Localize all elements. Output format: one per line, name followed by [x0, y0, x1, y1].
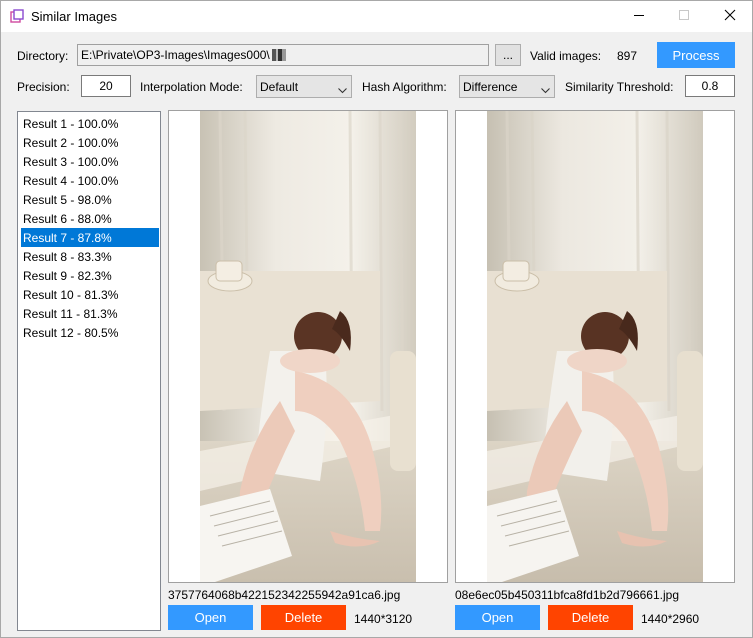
minimize-icon — [634, 10, 645, 24]
directory-field[interactable]: E:\Private\OP3-Images\Images000\ — [77, 44, 489, 66]
hash-value: Difference — [463, 79, 518, 94]
right-dimensions: 1440*2960 — [641, 612, 700, 626]
left-image-preview — [168, 110, 448, 583]
close-icon — [724, 9, 736, 24]
left-open-button[interactable]: Open — [168, 605, 253, 630]
threshold-label: Similarity Threshold: — [565, 80, 674, 94]
app-window: Similar Images Directory: E:\Private\OP3… — [0, 0, 753, 638]
process-button[interactable]: Process — [657, 42, 735, 68]
maximize-button[interactable] — [662, 1, 707, 32]
left-delete-button[interactable]: Delete — [261, 605, 346, 630]
left-filename: 3757764068b422152342255942a91ca6.jpg — [168, 588, 401, 602]
browse-button[interactable]: ... — [495, 44, 521, 66]
list-item[interactable]: Result 4 - 100.0% — [21, 171, 159, 190]
threshold-input[interactable]: 0.8 — [685, 75, 735, 97]
app-icon — [10, 9, 24, 23]
list-item[interactable]: Result 9 - 82.3% — [21, 266, 159, 285]
chevron-down-icon — [541, 83, 550, 94]
results-list[interactable]: Result 1 - 100.0% Result 2 - 100.0% Resu… — [17, 111, 161, 631]
valid-images-label: Valid images: — [530, 49, 602, 63]
left-dimensions: 1440*3120 — [354, 612, 413, 626]
interpolation-label: Interpolation Mode: — [140, 80, 243, 94]
interpolation-value: Default — [260, 79, 299, 94]
list-item[interactable]: Result 1 - 100.0% — [21, 114, 159, 133]
hash-label: Hash Algorithm: — [362, 80, 447, 94]
precision-label: Precision: — [17, 80, 70, 94]
right-image-preview — [455, 110, 735, 583]
right-delete-button[interactable]: Delete — [548, 605, 633, 630]
list-item[interactable]: Result 10 - 81.3% — [21, 285, 159, 304]
minimize-button[interactable] — [617, 1, 662, 32]
list-item[interactable]: Result 3 - 100.0% — [21, 152, 159, 171]
left-photo — [200, 111, 416, 582]
close-button[interactable] — [707, 1, 752, 32]
list-item[interactable]: Result 8 - 83.3% — [21, 247, 159, 266]
list-item[interactable]: Result 2 - 100.0% — [21, 133, 159, 152]
right-filename: 08e6ec05b450311bfca8fd1b2d796661.jpg — [455, 588, 679, 602]
hash-select[interactable]: Difference — [459, 75, 555, 98]
directory-label: Directory: — [17, 49, 69, 63]
list-item[interactable]: Result 5 - 98.0% — [21, 190, 159, 209]
interpolation-select[interactable]: Default — [256, 75, 352, 98]
chevron-down-icon — [338, 83, 347, 94]
redacted-path-segment — [271, 49, 286, 61]
list-item[interactable]: Result 11 - 81.3% — [21, 304, 159, 323]
window-title: Similar Images — [31, 9, 117, 24]
directory-value: E:\Private\OP3-Images\Images000\ — [81, 48, 270, 62]
list-item[interactable]: Result 12 - 80.5% — [21, 323, 159, 342]
right-photo — [487, 111, 703, 582]
list-item[interactable]: Result 6 - 88.0% — [21, 209, 159, 228]
maximize-icon — [679, 9, 690, 24]
valid-images-count: 897 — [617, 49, 638, 63]
precision-input[interactable]: 20 — [81, 75, 131, 97]
title-bar: Similar Images — [1, 1, 752, 32]
list-item-selected[interactable]: Result 7 - 87.8% — [21, 228, 159, 247]
right-open-button[interactable]: Open — [455, 605, 540, 630]
